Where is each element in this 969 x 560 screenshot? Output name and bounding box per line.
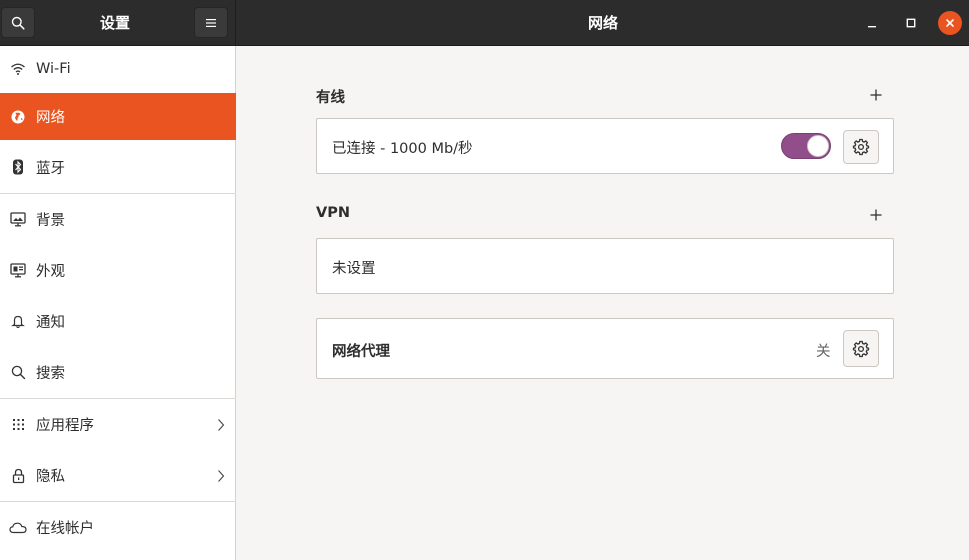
wifi-icon [0, 62, 36, 76]
sidebar-header: 设置 [0, 0, 236, 46]
menu-button[interactable] [194, 7, 228, 38]
display-background-icon [0, 212, 36, 227]
vpn-section-title: VPN [316, 205, 350, 221]
header-bar: 设置 网络 [0, 0, 969, 46]
search-icon [11, 16, 25, 30]
toggle-knob [807, 135, 829, 157]
sidebar-item-label: 网络 [36, 110, 65, 126]
sidebar-item-network[interactable]: 网络 [0, 93, 236, 140]
sidebar: Wi-Fi 网络 蓝牙 背景 外观 通知 搜索 应用程序 隐私 在线帐户 [0, 46, 236, 560]
vpn-status: 未设置 [332, 261, 376, 277]
chevron-right-icon [206, 418, 236, 432]
bell-icon [0, 314, 36, 329]
plus-icon [870, 89, 882, 101]
chevron-right-icon [206, 469, 236, 483]
sidebar-item-label: 应用程序 [36, 418, 94, 434]
wired-connection-row: 已连接 - 1000 Mb/秒 [316, 118, 894, 174]
minimize-button[interactable] [860, 11, 884, 35]
search-button[interactable] [1, 7, 35, 38]
sidebar-item-online-accounts[interactable]: 在线帐户 [0, 502, 236, 553]
close-icon [946, 19, 954, 27]
network-globe-icon [0, 109, 36, 125]
sidebar-item-label: 隐私 [36, 469, 65, 485]
apps-grid-icon [0, 418, 36, 431]
close-button[interactable] [938, 11, 962, 35]
sidebar-item-appearance[interactable]: 外观 [0, 245, 236, 296]
proxy-state: 关 [816, 344, 831, 360]
sidebar-item-wifi[interactable]: Wi-Fi [0, 46, 236, 92]
gear-icon [852, 340, 870, 357]
cloud-icon [0, 522, 36, 534]
sidebar-item-label: 通知 [36, 315, 65, 331]
sidebar-item-label: 搜索 [36, 366, 65, 382]
sidebar-item-label: 蓝牙 [36, 160, 65, 177]
add-vpn-button[interactable] [866, 205, 886, 225]
maximize-icon [906, 18, 916, 28]
vpn-row: 未设置 [316, 238, 894, 294]
sidebar-item-applications[interactable]: 应用程序 [0, 399, 236, 450]
plus-icon [870, 209, 882, 221]
sidebar-item-label: Wi-Fi [36, 61, 71, 77]
lock-icon [0, 468, 36, 484]
sidebar-item-label: 背景 [36, 213, 65, 229]
sidebar-item-label: 外观 [36, 264, 65, 280]
sidebar-item-search[interactable]: 搜索 [0, 347, 236, 398]
network-proxy-row[interactable]: 网络代理 关 [316, 318, 894, 379]
wired-section-title: 有线 [316, 90, 345, 106]
search-icon [0, 365, 36, 380]
appearance-icon [0, 263, 36, 278]
proxy-label: 网络代理 [332, 344, 390, 360]
wired-toggle-switch[interactable] [781, 133, 831, 159]
bluetooth-icon [0, 159, 36, 175]
sidebar-item-label: 在线帐户 [36, 521, 94, 537]
sidebar-item-background[interactable]: 背景 [0, 194, 236, 245]
add-wired-button[interactable] [866, 85, 886, 105]
maximize-button[interactable] [899, 11, 923, 35]
wired-settings-button[interactable] [843, 130, 879, 164]
minimize-icon [868, 26, 876, 28]
gear-icon [852, 138, 870, 156]
sidebar-item-notifications[interactable]: 通知 [0, 296, 236, 347]
proxy-settings-button[interactable] [843, 330, 879, 367]
sidebar-item-bluetooth[interactable]: 蓝牙 [0, 143, 236, 191]
hamburger-menu-icon [206, 18, 216, 27]
wired-status: 已连接 - 1000 Mb/秒 [332, 141, 473, 157]
sidebar-item-privacy[interactable]: 隐私 [0, 450, 236, 501]
